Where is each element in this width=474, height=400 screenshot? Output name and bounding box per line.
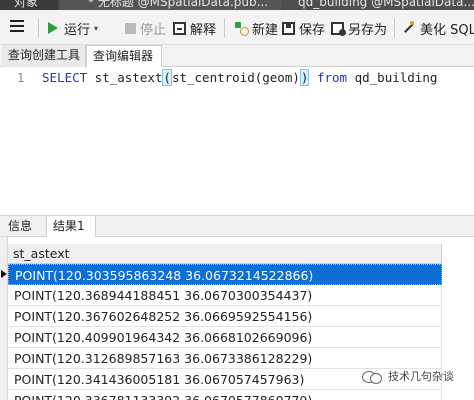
tab-query-editor[interactable]: 查询编辑器 [86, 45, 162, 68]
beautify-label: 美化 SQL [420, 22, 474, 38]
wechat-icon [362, 369, 382, 384]
new-query-icon [234, 21, 249, 36]
tab-info[interactable]: 信息 [2, 216, 44, 237]
table-row[interactable]: POINT(120.409901964342 36.0668102669096) [8, 327, 442, 348]
magic-wand-icon [402, 21, 416, 35]
column-header-st-astext[interactable]: st_astext [8, 244, 442, 264]
sql-keyword-select: SELECT [42, 70, 88, 85]
app-window: 对象 * 无标题 @MSpatialData.pub... qd_buildin… [0, 0, 474, 400]
sql-open-paren: ( [162, 69, 172, 86]
explain-button[interactable]: 解释 [173, 18, 216, 38]
play-icon [48, 22, 58, 34]
result-tabs: 信息 结果1 [0, 215, 474, 238]
save-as-button[interactable]: 另存为 [331, 18, 387, 38]
new-label: 新建 [252, 22, 279, 38]
beautify-sql-button[interactable]: 美化 SQL [402, 18, 474, 38]
menu-icon[interactable] [10, 20, 24, 34]
table-row[interactable]: POINT(120.336781133392 36.0670577860779) [8, 390, 442, 400]
window-tab-untitled-query[interactable]: * 无标题 @MSpatialData.pub... [60, 0, 282, 10]
tab-result-1[interactable]: 结果1 [46, 216, 96, 238]
row-indicator-column [0, 237, 8, 400]
table-row[interactable]: POINT(120.368944188451 36.0670300354437) [8, 285, 442, 306]
save-icon [282, 21, 295, 35]
current-row-pointer-icon [1, 270, 7, 278]
stop-button[interactable]: 停止 [125, 18, 166, 38]
window-tab-strip: 对象 * 无标题 @MSpatialData.pub... qd_buildin… [0, 0, 474, 10]
sql-function-centroid: st_centroid(geom) [171, 70, 300, 85]
save-as-icon [331, 21, 346, 36]
table-row[interactable]: POINT(120.367602648252 36.0669592554156) [8, 306, 442, 327]
run-dropdown-caret-icon[interactable]: ▾ [94, 24, 98, 33]
toolbar-separator [38, 18, 39, 38]
save-as-label: 另存为 [348, 22, 388, 38]
sql-keyword-from: from [309, 70, 348, 85]
sql-code-line[interactable]: SELECT st_astext(st_centroid(geom)) from… [42, 69, 438, 86]
sql-function-astext: st_astext [87, 70, 163, 85]
watermark: 技术几句杂谈 [362, 366, 454, 386]
watermark-text: 技术几句杂谈 [388, 370, 454, 383]
line-number: 1 [17, 71, 25, 85]
toolbar-separator [394, 18, 395, 38]
stop-label: 停止 [140, 22, 167, 38]
sql-table-name: qd_building [347, 70, 438, 85]
run-button[interactable]: 运行 ▾ [48, 18, 98, 38]
explain-icon [173, 21, 186, 35]
save-button[interactable]: 保存 [282, 18, 325, 38]
sql-editor[interactable]: 1 SELECT st_astext(st_centroid(geom)) fr… [0, 67, 474, 215]
toolbar-separator [224, 18, 225, 38]
stop-icon [125, 22, 136, 34]
save-label: 保存 [299, 22, 326, 38]
window-tab-objects[interactable]: 对象 [0, 0, 58, 10]
run-label: 运行 [64, 22, 91, 38]
editor-mode-tabs: 查询创建工具 查询编辑器 [0, 45, 474, 68]
sql-close-paren: ) [299, 69, 310, 86]
tab-query-builder[interactable]: 查询创建工具 [2, 45, 86, 67]
table-row[interactable]: POINT(120.303595863248 36.0673214522866) [8, 264, 442, 285]
query-toolbar: 运行 ▾ 停止 解释 新建 保存 另存为 美化 SQL [0, 10, 474, 45]
explain-label: 解释 [190, 22, 217, 38]
new-button[interactable]: 新建 [234, 18, 278, 38]
window-tab-qd-building[interactable]: qd_building @MSpatialData... [284, 0, 474, 10]
